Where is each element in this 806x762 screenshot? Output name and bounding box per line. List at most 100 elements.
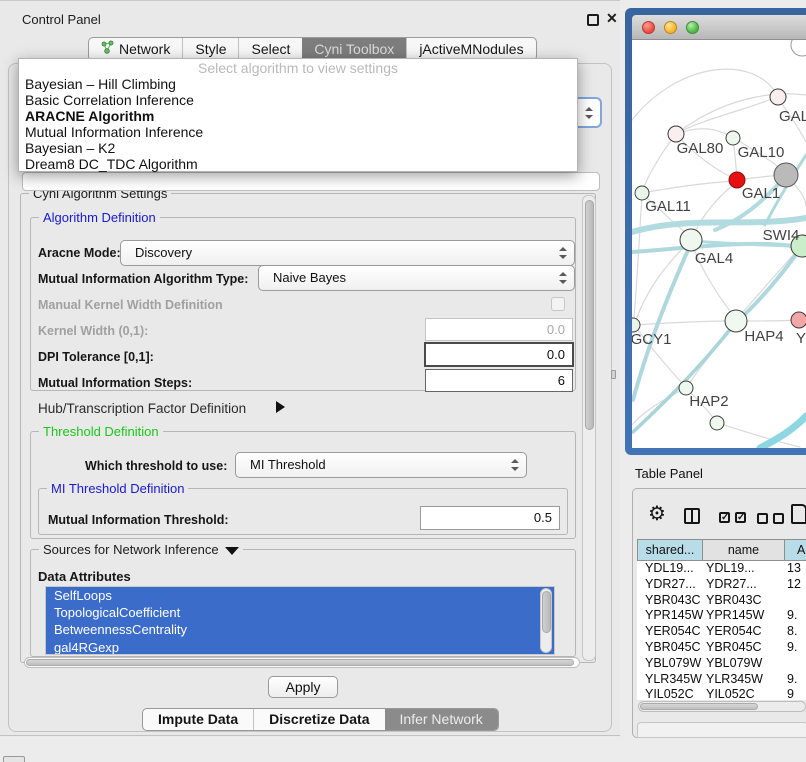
stepper-icon	[585, 107, 593, 119]
table-row[interactable]: YPR145WYPR145W9.	[637, 608, 806, 624]
cell-shared: YBR045C	[645, 640, 701, 654]
cell-value: 12	[787, 577, 801, 591]
tab-label: Cyni Toolbox	[314, 38, 394, 60]
attribute-list-scrollbar[interactable]	[540, 588, 552, 653]
node-label: GAL10	[738, 144, 785, 161]
list-item-selfloops[interactable]: SelfLoops	[46, 587, 554, 604]
table-row[interactable]: YBR043CYBR043C	[637, 593, 806, 609]
cell-name: YIL052C	[706, 687, 755, 700]
mi-threshold-input[interactable]: 0.5	[420, 506, 560, 530]
table-row[interactable]: YLR345WYLR345W9.	[637, 672, 806, 688]
cell-shared: YBR043C	[645, 593, 701, 607]
node-gray[interactable]	[774, 163, 798, 187]
unchecked-checkbox-icon[interactable]	[757, 513, 768, 524]
algorithm-dropdown-list: Select algorithm to view settings Bayesi…	[18, 58, 578, 172]
cell-name: YPR145W	[706, 608, 764, 622]
column-header-partial[interactable]: A	[784, 539, 806, 561]
node-unlabeled-top[interactable]	[791, 40, 806, 56]
node-gcy1[interactable]	[632, 318, 640, 332]
document-icon[interactable]	[791, 504, 806, 524]
minimized-window-icon[interactable]	[3, 756, 25, 762]
apply-button[interactable]: Apply	[268, 676, 338, 698]
hub-tf-definition-label[interactable]: Hub/Transcription Factor Definition	[38, 401, 246, 416]
unchecked-checkbox-icon[interactable]	[773, 513, 784, 524]
column-header-shared[interactable]: shared...	[637, 539, 703, 561]
table-horizontal-scrollbar[interactable]	[638, 701, 806, 712]
aracne-mode-combobox[interactable]: Discovery	[120, 240, 575, 266]
node-y[interactable]	[791, 312, 806, 328]
network-canvas[interactable]: GAL GAL80 GAL10 GAL1 GAL11 GAL4 SWI4 GCY…	[632, 40, 806, 448]
tab-style[interactable]: Style	[182, 38, 238, 60]
table-row[interactable]: YER054CYER054C8.	[637, 624, 806, 640]
cell-name: YBL079W	[706, 656, 762, 670]
node-label: HAP4	[744, 328, 783, 345]
float-window-icon[interactable]	[587, 14, 599, 26]
network-window-titlebar[interactable]	[632, 15, 806, 40]
dropdown-item-aracne[interactable]: ARACNE Algorithm	[19, 108, 577, 124]
settings-horizontal-scrollbar[interactable]	[24, 657, 580, 668]
cell-value: 13	[787, 561, 801, 575]
close-icon[interactable]: ✕	[606, 10, 618, 27]
split-columns-icon[interactable]	[684, 508, 700, 524]
scrollbar-thumb[interactable]	[585, 200, 594, 430]
dropdown-item-dream8[interactable]: Dream8 DC_TDC Algorithm	[19, 156, 577, 172]
tab-label: jActiveMNodules	[419, 38, 523, 60]
panel-resize-handle[interactable]	[611, 370, 616, 379]
tab-infer-network[interactable]: Infer Network	[385, 709, 498, 730]
combobox-value: MI Threshold	[236, 457, 326, 472]
table-row[interactable]: YBL079WYBL079W	[637, 656, 806, 672]
stepper-icon	[559, 247, 567, 259]
minimize-traffic-light-icon[interactable]	[664, 21, 677, 34]
scrollbar-thumb[interactable]	[640, 703, 758, 710]
scrollbar-thumb[interactable]	[542, 591, 551, 633]
tab-impute-data[interactable]: Impute Data	[143, 709, 253, 730]
cell-shared: YIL052C	[645, 687, 694, 700]
list-item-topologicalcoefficient[interactable]: TopologicalCoefficient	[46, 604, 554, 621]
checked-checkbox-icon[interactable]: ✓	[719, 512, 730, 523]
kernel-width-input[interactable]: 0.0	[425, 318, 573, 341]
table-row[interactable]: YDR27...YDR27...12	[637, 577, 806, 593]
scrollbar-thumb[interactable]	[26, 659, 574, 666]
dpi-tolerance-input[interactable]: 0.0	[424, 342, 574, 367]
cell-name: YER054C	[706, 624, 762, 638]
close-traffic-light-icon[interactable]	[642, 21, 655, 34]
dropdown-item-bayesian-k2[interactable]: Bayesian – K2	[19, 140, 577, 156]
tab-label: Style	[195, 38, 226, 60]
gear-icon[interactable]: ⚙	[648, 503, 666, 525]
mi-steps-input[interactable]: 6	[425, 369, 573, 392]
tab-network[interactable]: Network	[89, 38, 182, 60]
zoom-traffic-light-icon[interactable]	[686, 21, 699, 34]
node-gal10[interactable]	[726, 131, 740, 145]
expand-arrow-icon[interactable]	[276, 401, 285, 413]
collapse-arrow-icon[interactable]	[225, 547, 239, 555]
tab-cyni-toolbox[interactable]: Cyni Toolbox	[302, 38, 406, 60]
aracne-mode-label: Aracne Mode:	[38, 246, 121, 260]
table-row[interactable]: YIL052CYIL052C9	[637, 687, 806, 700]
network-select-combobox-partial[interactable]	[22, 172, 600, 191]
table-row[interactable]: YBR045CYBR045C9.	[637, 640, 806, 656]
manual-kernel-width-checkbox[interactable]	[551, 297, 565, 311]
mi-algorithm-type-combobox[interactable]: Naive Bayes	[258, 265, 575, 291]
column-header-name[interactable]: name	[702, 539, 785, 561]
settings-vertical-scrollbar[interactable]	[582, 195, 596, 661]
stepper-icon	[511, 459, 519, 471]
node-gal4[interactable]	[680, 229, 702, 251]
cell-shared: YPR145W	[645, 608, 703, 622]
cell-value: 8.	[787, 624, 797, 638]
list-item-betweennesscentrality[interactable]: BetweennessCentrality	[46, 621, 554, 638]
dropdown-item-mutual-information[interactable]: Mutual Information Inference	[19, 124, 577, 140]
list-item-gal4rgexp[interactable]: gal4RGexp	[46, 639, 554, 655]
cell-value: 9.	[787, 672, 797, 686]
node-gal-top[interactable]	[770, 89, 786, 105]
node-unlabeled-bottom[interactable]	[710, 416, 724, 430]
which-threshold-combobox[interactable]: MI Threshold	[235, 452, 527, 478]
table-panel-title: Table Panel	[635, 466, 703, 481]
tab-discretize-data[interactable]: Discretize Data	[253, 709, 384, 730]
tab-jactivemnodules[interactable]: jActiveMNodules	[406, 38, 535, 60]
table-row[interactable]: YDL19...YDL19...13	[637, 561, 806, 577]
checked-checkbox-icon[interactable]: ✓	[735, 512, 746, 523]
table-panel-footer	[637, 722, 806, 738]
tab-select[interactable]: Select	[238, 38, 302, 60]
dropdown-item-basic-correlation[interactable]: Basic Correlation Inference	[19, 92, 577, 108]
dropdown-item-bayesian-hill-climbing[interactable]: Bayesian – Hill Climbing	[19, 76, 577, 92]
